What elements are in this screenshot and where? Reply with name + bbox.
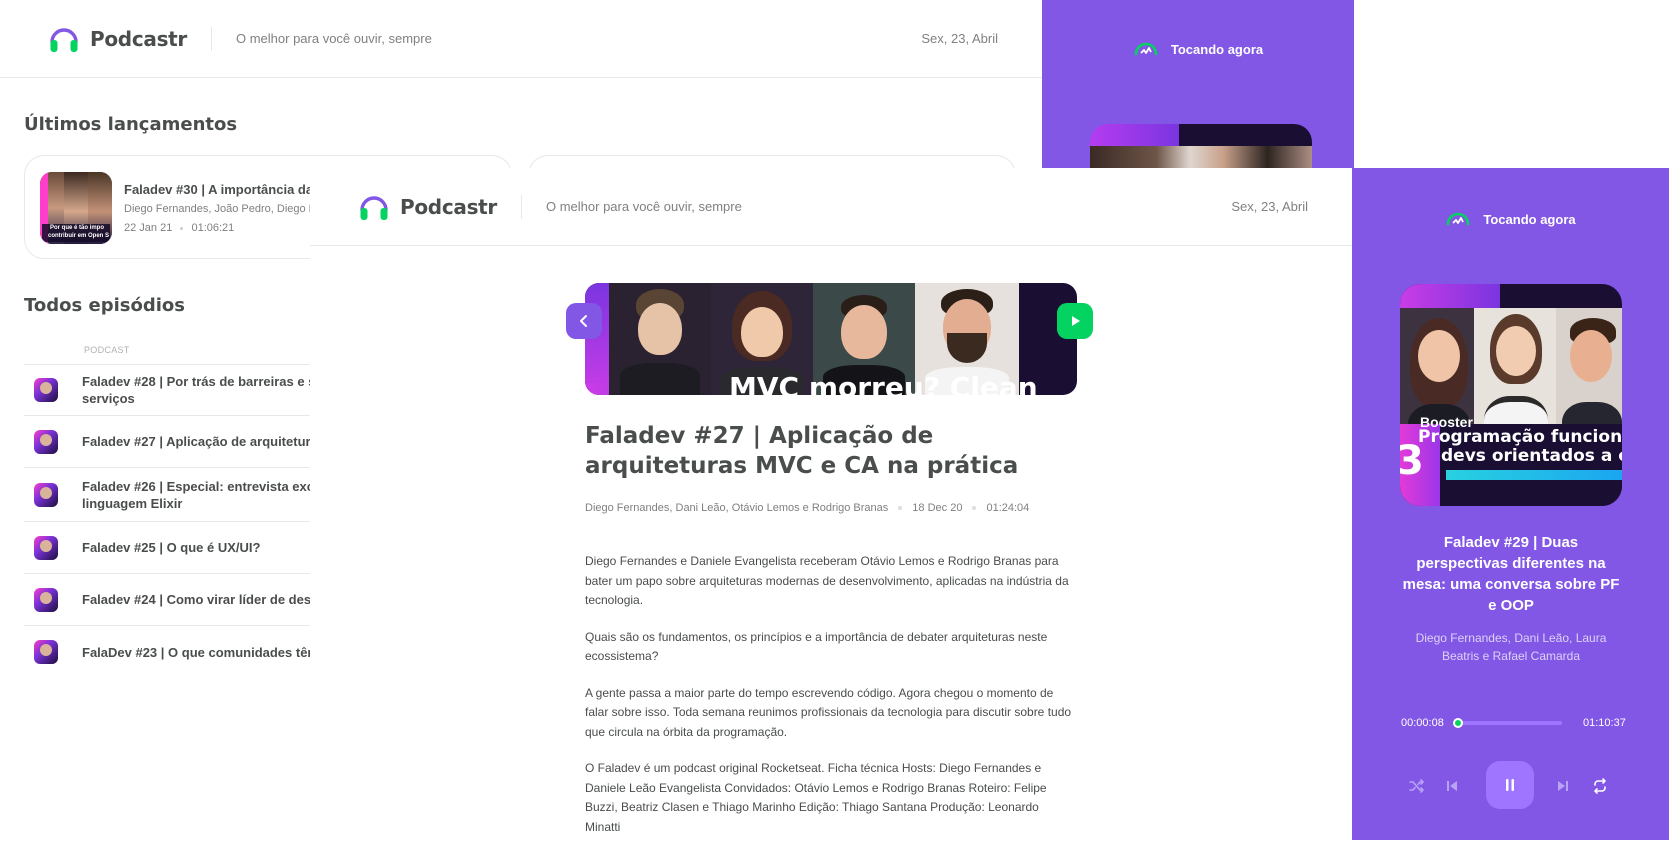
description-paragraph: O Faladev é um podcast original Rocketse… [585, 761, 1047, 834]
repeat-button[interactable] [1588, 774, 1612, 798]
back-button[interactable] [566, 303, 602, 339]
play-next-button[interactable] [1551, 774, 1575, 798]
episode-meta: Diego Fernandes, Dani Leão, Otávio Lemos… [585, 502, 1077, 514]
episode-cover: MVC morreu? Clean [585, 283, 1077, 395]
episode-row[interactable]: FalaDev #23 | O que comunidades têm [24, 626, 319, 678]
current-date: Sex, 23, Abril [1231, 199, 1308, 214]
current-time: 00:00:08 [1401, 717, 1444, 729]
episode-date: 22 Jan 21 [124, 222, 173, 234]
episode-row[interactable]: Faladev #24 | Como virar líder de des [24, 574, 311, 626]
headphones-logo-icon [360, 195, 388, 220]
cover-text: devs orientados a o [1441, 446, 1622, 466]
now-playing-label: Tocando agora [1352, 208, 1669, 230]
cover-text: MVC morreu? Clean [729, 371, 1038, 395]
episode-mini-thumb [34, 587, 58, 612]
thumb-caption: contribuir em Open S [48, 233, 110, 239]
repeat-icon [1594, 778, 1606, 794]
playing-icon [1134, 42, 1158, 56]
progress-slider[interactable] [1453, 718, 1562, 728]
logo-text: Podcastr [400, 194, 497, 219]
player-panel: Tocando agora Booster 3 Programação func… [1352, 168, 1669, 840]
play-previous-icon [1447, 781, 1457, 791]
episode-title-line: serviços [82, 390, 135, 406]
episode-title-line: Faladev #28 | Por trás de barreiras e s [82, 373, 316, 389]
player-episode-members: Diego Fernandes, Dani Leão, Laura Beatri… [1415, 631, 1607, 663]
episode-row-title[interactable]: Faladev #27 | Aplicação de arquitetur [82, 433, 311, 450]
cover-text: Programação funcion [1418, 427, 1622, 447]
episode-header: Podcastr O melhor para você ouvir, sempr… [310, 168, 1352, 246]
play-previous-button[interactable] [1440, 774, 1464, 798]
episode-row[interactable]: Faladev #26 | Especial: entrevista excl … [24, 468, 318, 522]
tagline: O melhor para você ouvir, sempre [521, 194, 742, 219]
total-time: 01:10:37 [1583, 717, 1626, 729]
table-header-podcast: PODCAST [84, 345, 130, 355]
episode-thumbnail[interactable]: Por que é tão impo contribuir em Open S [40, 172, 112, 244]
logo[interactable]: Podcastr [358, 191, 497, 223]
shuffle-button[interactable] [1405, 774, 1429, 798]
headphones-logo-icon [50, 27, 78, 52]
episode-members: Diego Fernandes, Dani Leão, Otávio Lemos… [585, 502, 889, 514]
episode-row[interactable]: Faladev #28 | Por trás de barreiras e s … [24, 364, 315, 416]
now-playing-label: Tocando agora [1042, 38, 1354, 60]
shuffle-icon [1409, 779, 1424, 793]
description-paragraph: Quais são os fundamentos, os princípios … [585, 629, 1048, 664]
episode-description: Diego Fernandes e Daniele Evangelista re… [585, 552, 1077, 854]
pause-icon [1506, 779, 1514, 791]
episode-row-title[interactable]: Faladev #25 | O que é UX/UI? [82, 539, 260, 556]
play-next-icon [1558, 781, 1568, 791]
episode-duration: 01:24:04 [986, 502, 1030, 514]
episode-mini-thumb [34, 640, 58, 664]
home-header: Podcastr O melhor para você ouvir, sempr… [0, 0, 1042, 78]
episode-title-line: linguagem Elixir [82, 495, 183, 511]
play-icon [1072, 316, 1080, 326]
episode-title-link[interactable]: Faladev #30 | A importância da [124, 182, 313, 197]
episode-row[interactable]: Faladev #27 | Aplicação de arquitetur [24, 416, 311, 468]
play-button[interactable] [1057, 303, 1093, 339]
episode-mini-thumb [34, 429, 58, 454]
episode-duration: 01:06:21 [191, 222, 235, 234]
arrow-left-icon [580, 315, 587, 327]
latest-releases-heading: Últimos lançamentos [24, 114, 238, 135]
episode-row-title[interactable]: Faladev #28 | Por trás de barreiras e s … [82, 373, 315, 407]
episode-mini-thumb [34, 482, 58, 507]
all-episodes-heading: Todos episódios [24, 295, 185, 316]
tagline: O melhor para você ouvir, sempre [211, 26, 432, 51]
episode-row-title[interactable]: Faladev #26 | Especial: entrevista excl … [82, 478, 318, 512]
episode-title-line: Faladev #26 | Especial: entrevista excl [82, 478, 318, 494]
play-pause-button[interactable] [1486, 761, 1534, 809]
episode-title: Faladev #27 | Aplicação de arquiteturas … [585, 423, 1019, 479]
back-player-panel: Tocando agora [1042, 0, 1354, 184]
episode-mini-thumb [34, 535, 58, 560]
progress-handle[interactable] [1453, 718, 1464, 728]
current-date: Sex, 23, Abril [921, 31, 998, 46]
episode-row-title[interactable]: FalaDev #23 | O que comunidades têm [82, 644, 319, 661]
player-episode-title: Faladev #29 | Duas perspectivas diferent… [1402, 534, 1620, 614]
description-paragraph: Diego Fernandes e Daniele Evangelista re… [585, 554, 1069, 607]
playing-icon [1447, 212, 1470, 226]
episode-mini-thumb [34, 377, 58, 402]
logo[interactable]: Podcastr [48, 23, 187, 55]
separator-dot [898, 506, 903, 510]
separator-dot [972, 506, 977, 510]
episode-row-title[interactable]: Faladev #24 | Como virar líder de des [82, 591, 311, 608]
episode-page: Podcastr O melhor para você ouvir, sempr… [310, 168, 1352, 840]
episode-members: Diego Fernandes, João Pedro, Diego F [124, 203, 316, 215]
now-playing-text: Tocando agora [1170, 41, 1264, 57]
player-cover: Booster 3 Programação funcion devs orien… [1400, 284, 1622, 506]
episode-date-duration: 22 Jan 21 01:06:21 [124, 222, 234, 234]
description-paragraph: A gente passa a maior parte do tempo esc… [585, 685, 1072, 739]
now-playing-text: Tocando agora [1483, 211, 1576, 227]
logo-text: Podcastr [90, 26, 187, 51]
episode-row[interactable]: Faladev #25 | O que é UX/UI? [24, 522, 310, 574]
episode-date: 18 Dec 20 [912, 502, 963, 514]
thumb-caption: Por que é tão impo [50, 225, 105, 231]
